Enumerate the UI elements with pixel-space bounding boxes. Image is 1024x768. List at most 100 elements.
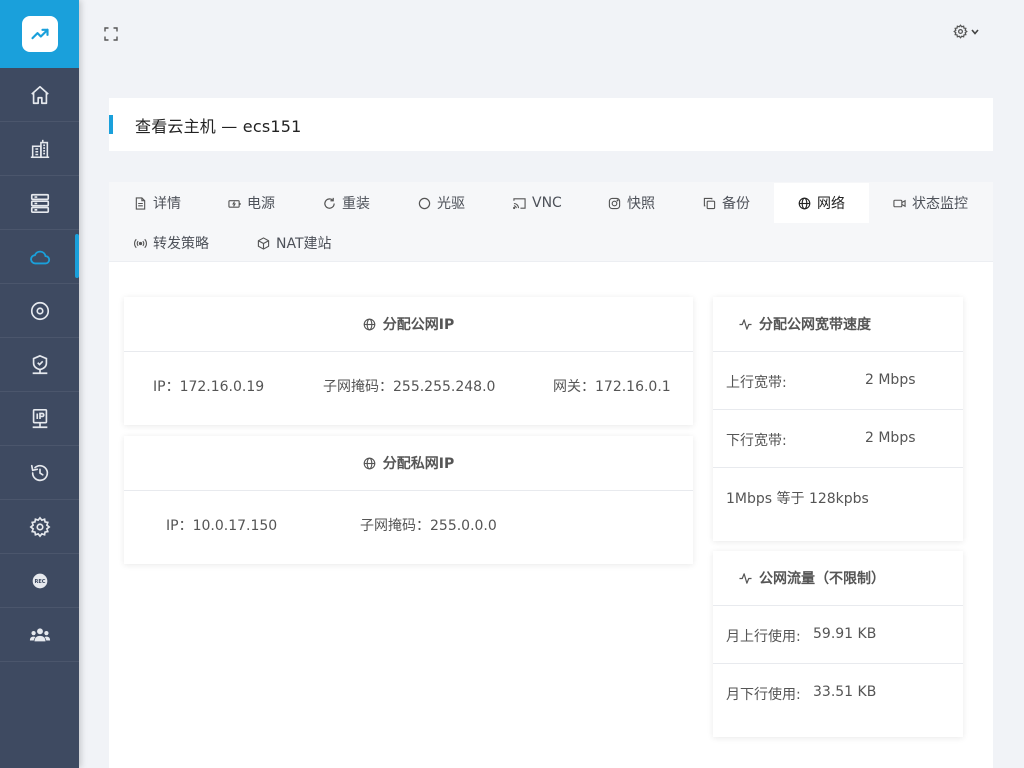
- tab-monitoring[interactable]: 状态监控: [893, 183, 968, 223]
- sidebar-item-record[interactable]: REC: [0, 554, 79, 608]
- sidebar-item-users[interactable]: [0, 608, 79, 662]
- panel-title: 分配私网IP: [382, 456, 455, 472]
- tab-label: NAT建站: [276, 236, 332, 252]
- tab-snapshot[interactable]: 快照: [608, 183, 655, 223]
- tab-details[interactable]: 详情: [134, 183, 181, 223]
- power-icon: [228, 199, 241, 208]
- trend-up-icon: [21, 16, 58, 52]
- monthly-download-label: 月下行使用:: [726, 687, 801, 703]
- fullscreen-icon[interactable]: [104, 26, 118, 41]
- tab-bar: 详情 电源 重装 光驱 VNC 快照 备份 网络 状态监控 转发策略 NAT建站: [109, 182, 993, 262]
- tab-label: 详情: [153, 196, 181, 212]
- bandwidth-note: 1Mbps 等于 128kpbs: [726, 491, 869, 507]
- camera-icon: [608, 197, 621, 209]
- settings-dropdown[interactable]: [953, 24, 980, 39]
- server-icon: [30, 193, 49, 213]
- traffic-panel: 公网流量（不限制） 月上行使用: 59.91 KB 月下行使用: 33.51 K…: [713, 551, 963, 737]
- page-title: 查看云主机 — ecs151: [135, 117, 302, 136]
- download-bandwidth-value: 2 Mbps: [865, 430, 916, 446]
- document-icon: [135, 196, 146, 210]
- activity-icon: [739, 572, 752, 584]
- public-ip-mask: 子网掩码：255.255.248.0: [323, 379, 496, 395]
- monthly-upload-label: 月上行使用:: [726, 629, 801, 645]
- panel-header: 分配公网IP: [124, 297, 693, 352]
- tab-label: 状态监控: [912, 196, 968, 212]
- private-ip-mask: 子网掩码：255.0.0.0: [360, 518, 497, 534]
- gear-icon: [953, 24, 968, 39]
- tab-network[interactable]: 网络: [774, 183, 869, 223]
- home-icon: [30, 85, 49, 104]
- building-icon: [30, 139, 49, 158]
- tab-label: VNC: [532, 195, 562, 211]
- cloud-icon: [29, 250, 50, 264]
- tab-divider: [109, 261, 993, 262]
- tab-forwarding[interactable]: 转发策略: [134, 223, 209, 263]
- download-bandwidth-label: 下行宽带:: [726, 433, 787, 449]
- main-card: 详情 电源 重装 光驱 VNC 快照 备份 网络 状态监控 转发策略 NAT建站…: [109, 182, 993, 768]
- download-bandwidth-row: 下行宽带: 2 Mbps: [713, 410, 963, 468]
- sidebar-item-security[interactable]: [0, 338, 79, 392]
- disk-icon: [30, 301, 49, 320]
- monthly-download-value: 33.51 KB: [813, 684, 877, 700]
- private-ip-row: IP：10.0.17.150 子网掩码：255.0.0.0: [124, 491, 693, 563]
- globe-icon: [363, 457, 376, 469]
- activity-icon: [739, 318, 752, 330]
- panel-title: 分配公网宽带速度: [759, 317, 871, 333]
- upload-bandwidth-label: 上行宽带:: [726, 375, 787, 391]
- logo[interactable]: [0, 0, 79, 68]
- sidebar-item-backup[interactable]: [0, 446, 79, 500]
- tab-label: 快照: [627, 196, 655, 212]
- ip-network-icon: [32, 408, 47, 428]
- sidebar-item-home[interactable]: [0, 68, 79, 122]
- sidebar-item-settings[interactable]: [0, 500, 79, 554]
- circle-icon: [418, 197, 431, 209]
- sidebar-item-ip[interactable]: [0, 392, 79, 446]
- chevron-down-icon: [971, 28, 979, 35]
- panel-title: 公网流量（不限制）: [759, 571, 885, 587]
- tab-cdrom[interactable]: 光驱: [418, 183, 465, 223]
- tab-label: 备份: [722, 196, 750, 212]
- page-header: 查看云主机 — ecs151: [109, 98, 993, 151]
- svg-text:REC: REC: [34, 578, 45, 584]
- tab-label: 电源: [247, 196, 275, 212]
- sidebar-item-datacenter[interactable]: [0, 122, 79, 176]
- history-icon: [30, 464, 48, 481]
- tab-label: 网络: [817, 196, 845, 212]
- shield-network-icon: [32, 354, 47, 374]
- tab-nat[interactable]: NAT建站: [257, 223, 332, 263]
- sidebar-item-cloud[interactable]: [0, 230, 79, 284]
- sidebar-item-disk[interactable]: [0, 284, 79, 338]
- upload-bandwidth-value: 2 Mbps: [865, 372, 916, 388]
- sidebar-item-servers[interactable]: [0, 176, 79, 230]
- bandwidth-panel: 分配公网宽带速度 上行宽带: 2 Mbps 下行宽带: 2 Mbps 1Mbps…: [713, 297, 963, 541]
- globe-icon: [363, 318, 376, 330]
- tab-label: 光驱: [437, 196, 465, 212]
- globe-icon: [798, 197, 811, 209]
- video-icon: [893, 199, 906, 207]
- tab-label: 重装: [342, 196, 370, 212]
- monthly-upload-value: 59.91 KB: [813, 626, 877, 642]
- upload-bandwidth-row: 上行宽带: 2 Mbps: [713, 352, 963, 410]
- record-icon: REC: [32, 573, 47, 588]
- public-ip-gateway: 网关：172.16.0.1: [553, 379, 671, 395]
- private-ip-address: IP：10.0.17.150: [166, 518, 278, 534]
- box-icon: [257, 236, 270, 250]
- panel-header: 公网流量（不限制）: [713, 551, 963, 606]
- users-icon: [29, 627, 50, 641]
- gear-icon: [29, 516, 50, 537]
- sidebar: REC: [0, 0, 79, 768]
- copy-icon: [703, 197, 716, 209]
- tab-backup[interactable]: 备份: [703, 183, 750, 223]
- title-accent-bar: [109, 115, 113, 134]
- tab-label: 转发策略: [153, 236, 209, 252]
- monthly-download-row: 月下行使用: 33.51 KB: [713, 664, 963, 722]
- refresh-icon: [324, 197, 335, 209]
- panel-header: 分配私网IP: [124, 436, 693, 491]
- tab-reinstall[interactable]: 重装: [323, 183, 370, 223]
- tab-vnc[interactable]: VNC: [513, 183, 562, 223]
- broadcast-icon: [134, 238, 147, 248]
- tab-power[interactable]: 电源: [228, 183, 275, 223]
- monthly-upload-row: 月上行使用: 59.91 KB: [713, 606, 963, 664]
- panel-header: 分配公网宽带速度: [713, 297, 963, 352]
- cast-icon: [513, 197, 526, 209]
